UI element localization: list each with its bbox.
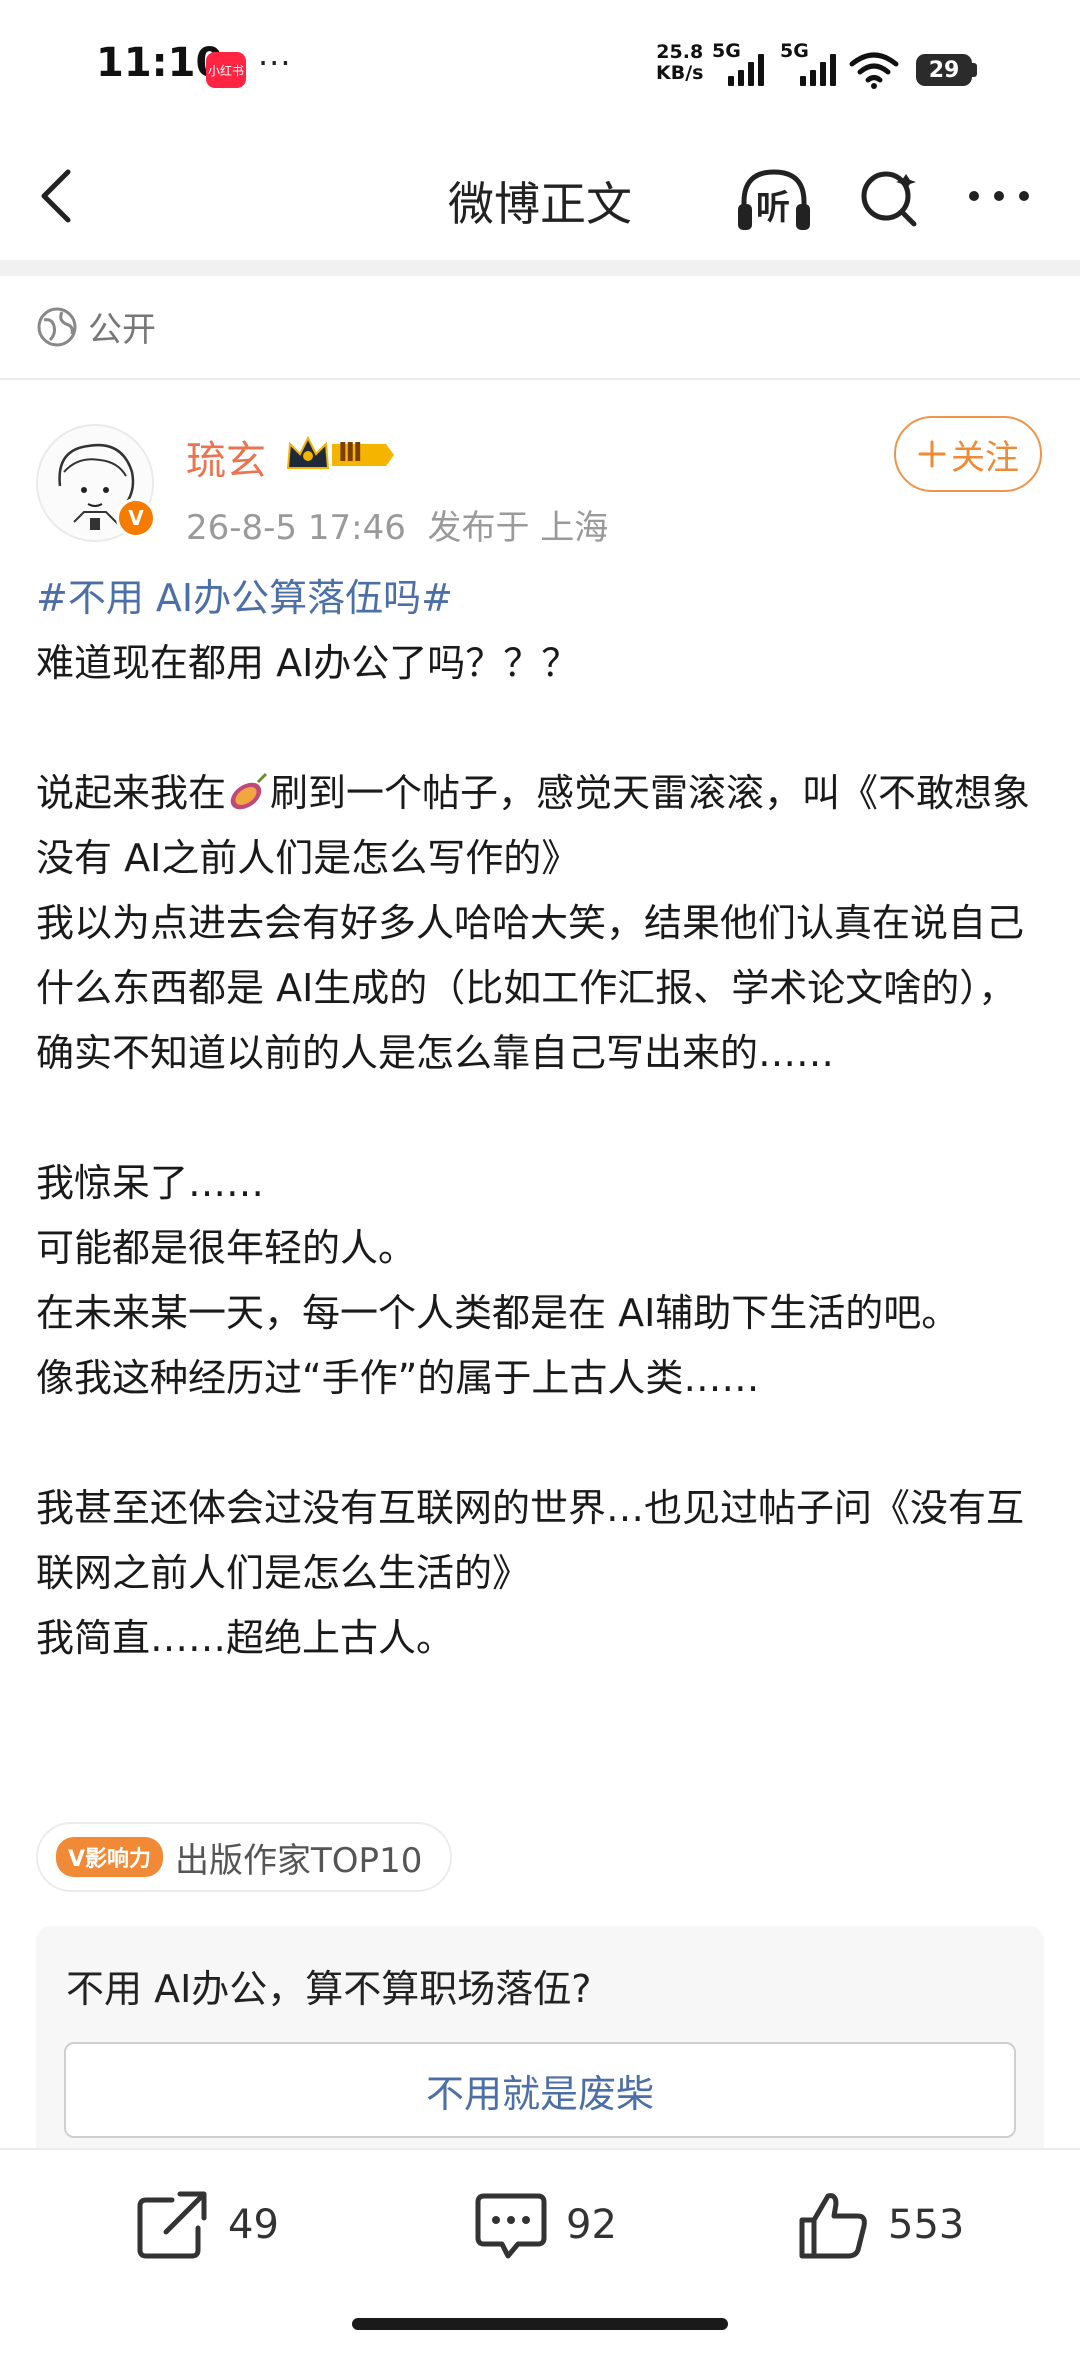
poll-question: 不用 AI办公，算不算职场落伍? <box>66 1967 592 2011</box>
vip-badge: Ⅲ <box>286 434 396 476</box>
poll-option-button[interactable]: 不用就是废柴 <box>64 2042 1016 2138</box>
influence-badge: V影响力 <box>56 1837 164 1877</box>
post-text-segment: 说起来我在 <box>36 771 227 815</box>
divider <box>0 378 1080 380</box>
influence-tag[interactable]: V影响力 出版作家TOP10 <box>36 1822 453 1892</box>
post-time: 26-8-5 17:46 <box>186 508 406 548</box>
network-speed-unit: KB/s <box>656 62 704 84</box>
comment-icon <box>475 2193 547 2259</box>
listen-button[interactable]: 听 <box>734 164 814 236</box>
listen-label: 听 <box>756 188 790 228</box>
post-paragraph: 我甚至还体会过没有互联网的世界…也见过帖子问《没有互联网之前人们是怎么生活的》 <box>36 1486 1025 1595</box>
vip-level: Ⅲ <box>338 438 363 468</box>
post-line: 可能都是很年轻的人。 <box>36 1226 417 1270</box>
wifi-icon <box>849 52 899 89</box>
follow-button[interactable]: 关注 <box>894 416 1042 492</box>
xiaohongshu-notification-icon: 小红书 <box>206 52 246 88</box>
comment-count: 92 <box>566 2202 617 2248</box>
post-location: 发布于 上海 <box>427 508 609 548</box>
visibility-label: 公开 <box>88 310 156 350</box>
more-options-icon[interactable] <box>966 184 1032 208</box>
share-count: 49 <box>228 2202 279 2248</box>
post-line: 我简直……超绝上古人。 <box>36 1616 455 1660</box>
post-content: #不用 AI办公算落伍吗# 难道现在都用 AI办公了吗？？？ 说起来我在 刷到一… <box>36 566 1046 1671</box>
network-speed: 25.8 KB/s <box>656 42 703 84</box>
share-button[interactable]: 49 <box>136 2188 279 2262</box>
post-line: 像我这种经历过“手作”的属于上古人类…… <box>36 1356 760 1400</box>
topic-hashtag-link[interactable]: #不用 AI办公算落伍吗# <box>36 576 453 620</box>
signal-strength-icon <box>728 54 764 86</box>
verified-badge-icon: V <box>116 498 156 538</box>
post-paragraph: 说起来我在 刷到一个帖子，感觉天雷滚滚，叫《不敢想象没有 AI之前人们是怎么写作… <box>36 761 1046 891</box>
status-time: 11:10 <box>96 40 224 86</box>
post-line: 难道现在都用 AI办公了吗？？？ <box>36 641 580 685</box>
post-line: 在未来某一天，每一个人类都是在 AI辅助下生活的吧。 <box>36 1291 960 1335</box>
sweet-potato-emoji-icon <box>230 772 268 810</box>
globe-icon <box>37 307 77 346</box>
thumbs-up-icon <box>799 2193 867 2259</box>
visibility-row: 公开 <box>36 302 156 351</box>
share-icon <box>137 2191 207 2259</box>
comment-button[interactable]: 92 <box>474 2188 617 2262</box>
follow-label: 关注 <box>951 437 1019 478</box>
like-button[interactable]: 553 <box>796 2188 964 2262</box>
signal-strength-icon <box>800 54 836 86</box>
like-count: 553 <box>888 2202 965 2248</box>
battery-tip <box>972 63 977 77</box>
battery-icon: 29 <box>916 54 972 86</box>
section-divider <box>0 260 1080 276</box>
influence-label: 出版作家TOP10 <box>175 1840 423 1881</box>
search-icon[interactable] <box>856 166 922 232</box>
post-meta: 26-8-5 17:46 发布于 上海 <box>186 500 608 549</box>
network-speed-value: 25.8 <box>656 41 704 63</box>
author-name[interactable]: 琉玄 <box>186 428 266 486</box>
more-notifications-icon: ··· <box>258 44 292 82</box>
post-line: 我惊呆了…… <box>36 1161 265 1205</box>
plus-icon <box>918 440 946 468</box>
home-indicator[interactable] <box>352 2318 728 2330</box>
post-paragraph: 我以为点进去会有好多人哈哈大笑，结果他们认真在说自己什么东西都是 AI生成的（比… <box>36 901 1025 1075</box>
